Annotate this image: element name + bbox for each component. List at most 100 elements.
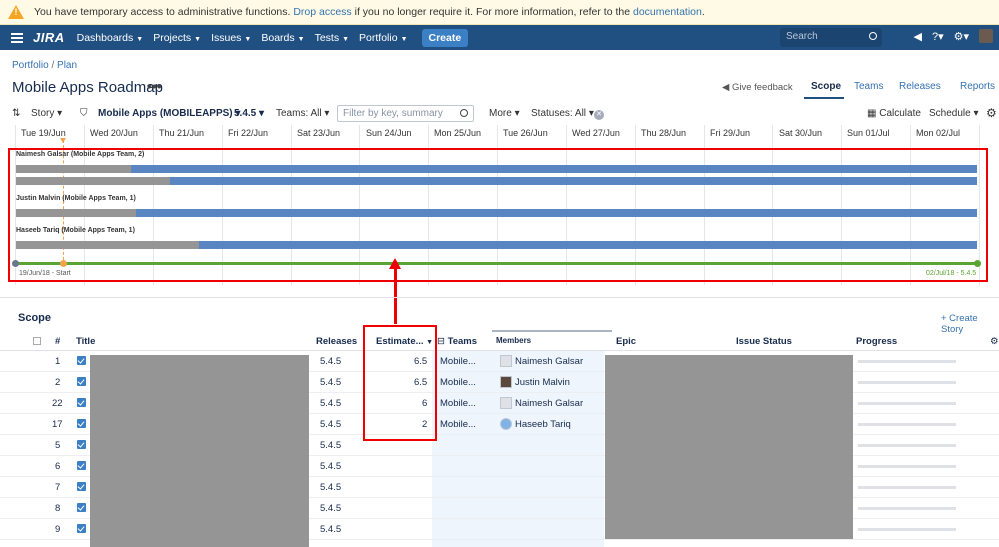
page-title: Mobile Apps Roadmap [12,79,163,96]
more-actions-button[interactable]: ••• [147,78,162,94]
column-header-title[interactable]: Title [76,336,95,347]
hierarchy-icon: ⇅ [12,108,21,119]
row-checkbox[interactable] [77,440,86,449]
calculate-button[interactable]: ▦ Calculate [867,108,921,119]
release-label: 5.4.5 [234,108,257,119]
timeline-day: Sun 01/Jul [847,128,890,138]
row-member[interactable]: Naimesh Galsar [515,356,583,367]
breadcrumb-portfolio[interactable]: Portfolio [12,60,49,71]
nav-dashboards[interactable]: Dashboards ▼ [77,32,144,44]
progress-bar [858,486,956,489]
column-header-number[interactable]: # [55,336,60,347]
row-team[interactable]: Mobile... [440,398,476,409]
nav-boards[interactable]: Boards ▼ [261,32,304,44]
chevron-down-icon: ▼ [194,35,202,43]
statuses-label: Statuses: All [531,108,587,119]
timeline-day: Mon 25/Jun [434,128,482,138]
help-icon[interactable]: ?▾ [932,30,944,43]
nav-tests[interactable]: Tests ▼ [315,32,349,44]
give-feedback-link[interactable]: ◀ Give feedback [722,82,793,93]
row-checkbox[interactable] [77,524,86,533]
annotation-highlight-box [8,148,988,282]
row-release: 5.4.5 [320,419,342,430]
create-button[interactable]: Create [421,28,469,47]
split-divider[interactable] [0,297,999,298]
top-navigation: JIRA Dashboards ▼ Projects ▼ Issues ▼ Board… [0,25,999,50]
row-member[interactable]: Haseeb Tariq [515,419,571,430]
statuses-dropdown[interactable]: Statuses: All ▾ [531,108,594,119]
column-header-releases[interactable]: Releases [316,336,357,347]
avatar [500,418,512,430]
row-member[interactable]: Naimesh Galsar [515,398,583,409]
schedule-dropdown[interactable]: Schedule ▾ [929,108,979,119]
filter-input[interactable]: Filter by key, summary [337,105,474,122]
gear-icon[interactable]: ⚙▾ [954,30,969,43]
gear-icon[interactable]: ⚙ [986,106,997,120]
more-dropdown[interactable]: More ▾ [489,108,520,119]
select-all-checkbox[interactable] [33,337,41,345]
avatar [500,397,512,409]
chevron-down-icon: ▼ [136,35,144,43]
filter-placeholder: Filter by key, summary [343,108,443,119]
progress-bar [858,360,956,363]
breadcrumb-plan[interactable]: Plan [57,60,77,71]
release-dropdown[interactable]: 5.4.5 ▾ [234,108,264,119]
row-member[interactable]: Justin Malvin [515,377,570,388]
active-tab-indicator [804,97,844,99]
breadcrumb-separator: / [48,60,58,71]
row-team[interactable]: Mobile... [440,356,476,367]
avatar[interactable] [979,29,993,43]
teams-dropdown[interactable]: Teams: All ▾ [276,108,329,119]
filter-icon: ⛉ [80,108,88,119]
row-number: 5 [55,440,61,451]
collapse-icon[interactable]: ⊟ [437,336,445,347]
column-header-epic[interactable]: Epic [616,336,636,347]
issue-level-dropdown[interactable]: Story ▾ [31,108,62,119]
row-checkbox[interactable] [77,419,86,428]
drop-access-link[interactable]: Drop access [293,6,351,18]
tab-releases[interactable]: Releases [899,81,941,92]
progress-bar [858,444,956,447]
row-number: 7 [55,482,61,493]
megaphone-icon[interactable]: ◀ [914,30,922,43]
row-checkbox[interactable] [77,461,86,470]
timeline-day: Tue 26/Jun [503,128,548,138]
banner-text-part: . [701,6,705,18]
create-story-button[interactable]: + Create Story [941,313,999,335]
progress-bar [858,381,956,384]
tab-reports[interactable]: Reports [960,81,995,92]
row-team[interactable]: Mobile... [440,419,476,430]
row-team[interactable]: Mobile... [440,377,476,388]
row-checkbox[interactable] [77,356,86,365]
nav-projects[interactable]: Projects ▼ [153,32,201,44]
nav-issues[interactable]: Issues ▼ [211,32,251,44]
row-checkbox[interactable] [77,377,86,386]
column-header-progress[interactable]: Progress [856,336,897,347]
column-header-teams[interactable]: ⊟ Teams [437,336,477,347]
project-dropdown[interactable]: Mobile Apps (MOBILEAPPS) ▾ [98,108,240,119]
column-header-issue-status[interactable]: Issue Status [736,336,792,347]
teams-label: Teams: All [276,108,322,119]
row-checkbox[interactable] [77,482,86,491]
tab-scope[interactable]: Scope [811,81,841,92]
column-header-members[interactable]: Members [496,336,531,345]
progress-bar [858,402,956,405]
row-checkbox[interactable] [77,398,86,407]
timeline-day: Fri 22/Jun [228,128,269,138]
project-label: Mobile Apps (MOBILEAPPS) [98,108,233,119]
documentation-link[interactable]: documentation [633,6,702,18]
feedback-label: Give feedback [731,82,793,93]
calculator-icon: ▦ [867,108,880,119]
tab-teams[interactable]: Teams [854,81,883,92]
row-release: 5.4.5 [320,461,342,472]
progress-bar [858,465,956,468]
row-checkbox[interactable] [77,503,86,512]
clear-filter-icon[interactable]: ✕ [594,108,604,120]
menu-icon[interactable] [11,31,23,45]
jira-logo[interactable]: JIRA [33,30,65,45]
nav-portfolio[interactable]: Portfolio ▼ [359,32,407,44]
search-input[interactable]: Search [780,28,882,47]
banner-text: You have temporary access to administrat… [34,6,705,18]
chevron-down-icon: ▼ [297,35,305,43]
gear-icon[interactable]: ⚙ [990,336,999,347]
